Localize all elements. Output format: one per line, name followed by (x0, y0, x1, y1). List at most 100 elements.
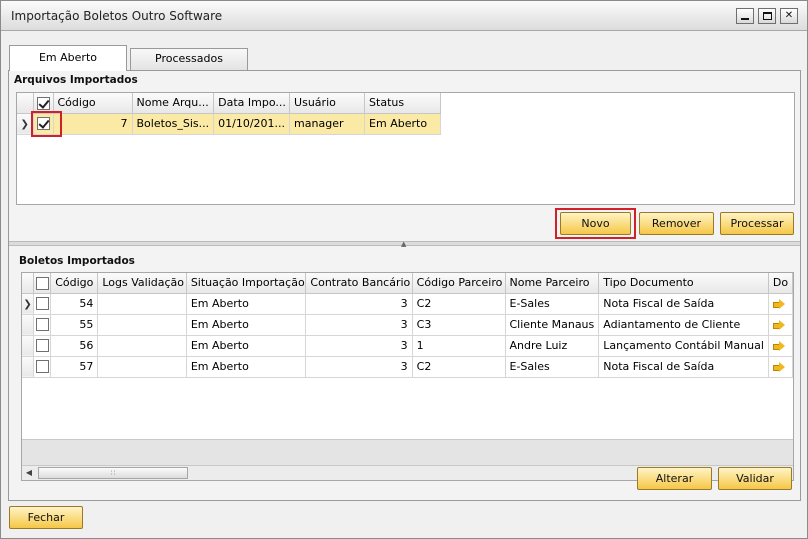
select-all-checkbox[interactable] (35, 276, 49, 290)
cell-situacao[interactable]: Em Aberto (186, 335, 307, 357)
row-selector[interactable]: ❯ (22, 293, 35, 315)
cell-tipo-documento[interactable]: Lançamento Contábil Manual (598, 335, 769, 357)
tab-processados[interactable]: Processados (130, 48, 248, 70)
arquivos-grid: Código Nome Arqu... Data Impo... Usuário… (16, 92, 795, 205)
col-data-importacao[interactable]: Data Impo... (213, 93, 291, 114)
row-check-cell[interactable] (33, 314, 52, 336)
col-status[interactable]: Status (364, 93, 442, 114)
row-checkbox[interactable] (35, 339, 49, 353)
cell-nome-parceiro[interactable]: Cliente Manaus (505, 314, 600, 336)
tab-em-aberto[interactable]: Em Aberto (9, 45, 127, 71)
cell-codigo[interactable]: 54 (50, 293, 99, 315)
row-checkbox[interactable] (35, 297, 49, 311)
cell-status[interactable]: Em Aberto (364, 113, 442, 135)
cell-situacao[interactable]: Em Aberto (186, 293, 307, 315)
col-nome-arquivo[interactable]: Nome Arqu... (132, 93, 215, 114)
cell-tipo-documento[interactable]: Adiantamento de Cliente (598, 314, 769, 336)
splitter-grip-icon: ▲ (401, 240, 407, 248)
col-contrato-bancario[interactable]: Contrato Bancário (305, 273, 413, 294)
fechar-button[interactable]: Fechar (9, 506, 83, 529)
cell-contrato[interactable]: 3 (305, 293, 413, 315)
alterar-button[interactable]: Alterar (637, 467, 712, 490)
cell-parceiro[interactable]: C2 (412, 356, 506, 378)
col-codigo-parceiro[interactable]: Código Parceiro (412, 273, 506, 294)
cell-nome-parceiro[interactable]: E-Sales (505, 293, 600, 315)
cell-documento-link[interactable] (768, 314, 793, 336)
cell-logs[interactable] (97, 293, 187, 315)
validar-button[interactable]: Validar (718, 467, 792, 490)
tab-label: Processados (155, 52, 223, 65)
link-arrow-icon[interactable] (772, 320, 785, 330)
cell-documento-link[interactable] (768, 293, 793, 315)
col-logs-validacao[interactable]: Logs Validação (97, 273, 187, 294)
col-situacao-importacao[interactable]: Situação Importação (186, 273, 307, 294)
cell-parceiro[interactable]: C3 (412, 314, 506, 336)
tab-panel-em-aberto: Arquivos Importados Código Nome Arqu... … (8, 70, 801, 501)
boletos-section-label: Boletos Importados (19, 255, 135, 267)
cell-codigo[interactable]: 55 (50, 314, 99, 336)
cell-situacao[interactable]: Em Aberto (186, 356, 307, 378)
cell-documento-link[interactable] (768, 335, 793, 357)
table-row[interactable]: 56 Em Aberto 3 1 Andre Luiz Lançamento C… (22, 335, 793, 357)
col-tipo-documento[interactable]: Tipo Documento (598, 273, 769, 294)
scroll-thumb[interactable]: ∷ (38, 467, 188, 479)
cell-contrato[interactable]: 3 (305, 314, 413, 336)
table-row[interactable]: ❯ 54 Em Aberto 3 C2 E-Sales Nota Fiscal … (22, 293, 793, 315)
cell-tipo-documento[interactable]: Nota Fiscal de Saída (598, 356, 769, 378)
col-codigo[interactable]: Código (53, 93, 133, 114)
scroll-left-icon[interactable]: ◀ (22, 467, 36, 479)
select-all-checkbox[interactable] (36, 96, 50, 110)
col-usuario[interactable]: Usuário (289, 93, 366, 114)
cell-documento-link[interactable] (768, 356, 793, 378)
cell-codigo[interactable]: 57 (50, 356, 99, 378)
row-selector[interactable] (22, 314, 35, 336)
panel-splitter[interactable]: ▲ (9, 240, 800, 248)
link-arrow-icon[interactable] (772, 362, 785, 372)
cell-situacao[interactable]: Em Aberto (186, 314, 307, 336)
cell-logs[interactable] (97, 314, 187, 336)
minimize-button[interactable] (736, 8, 754, 24)
arquivos-header-row: Código Nome Arqu... Data Impo... Usuário… (17, 93, 442, 114)
select-all-header[interactable] (33, 273, 52, 294)
close-button[interactable]: ✕ (780, 8, 798, 24)
row-check-cell[interactable] (33, 335, 52, 357)
cell-parceiro[interactable]: C2 (412, 293, 506, 315)
link-arrow-icon[interactable] (772, 341, 785, 351)
maximize-button[interactable] (758, 8, 776, 24)
cell-nome-parceiro[interactable]: E-Sales (505, 356, 600, 378)
table-row[interactable]: 57 Em Aberto 3 C2 E-Sales Nota Fiscal de… (22, 356, 793, 378)
row-pointer-icon: ❯ (20, 119, 29, 130)
col-documento[interactable]: Do (768, 273, 793, 294)
cell-contrato[interactable]: 3 (305, 335, 413, 357)
row-selector[interactable] (22, 356, 35, 378)
col-codigo[interactable]: Código (50, 273, 99, 294)
cell-parceiro[interactable]: 1 (412, 335, 506, 357)
cell-nome-parceiro[interactable]: Andre Luiz (505, 335, 600, 357)
remover-button[interactable]: Remover (639, 212, 714, 235)
row-selector[interactable] (22, 335, 35, 357)
main-window: Importação Boletos Outro Software ✕ Em A… (0, 0, 808, 539)
cell-contrato[interactable]: 3 (305, 356, 413, 378)
select-all-header[interactable] (33, 93, 54, 114)
table-row[interactable]: 55 Em Aberto 3 C3 Cliente Manaus Adianta… (22, 314, 793, 336)
row-selector-header (17, 93, 34, 114)
cell-logs[interactable] (97, 335, 187, 357)
processar-button[interactable]: Processar (720, 212, 794, 235)
row-checkbox[interactable] (35, 318, 49, 332)
cell-nome-arquivo[interactable]: Boletos_Sis... (132, 113, 215, 135)
cell-data[interactable]: 01/10/201... (213, 113, 291, 135)
cell-tipo-documento[interactable]: Nota Fiscal de Saída (598, 293, 769, 315)
table-row[interactable]: ❯ 7 Boletos_Sis... 01/10/201... manager … (17, 113, 442, 135)
row-check-cell[interactable] (33, 356, 52, 378)
row-checkbox[interactable] (35, 360, 49, 374)
title-bar[interactable]: Importação Boletos Outro Software ✕ (1, 1, 807, 31)
boletos-table: Código Logs Validação Situação Importaçã… (22, 273, 793, 378)
row-check-cell[interactable] (33, 293, 52, 315)
cell-usuario[interactable]: manager (289, 113, 366, 135)
cell-logs[interactable] (97, 356, 187, 378)
maximize-icon (763, 12, 772, 20)
cell-codigo[interactable]: 7 (53, 113, 133, 135)
col-nome-parceiro[interactable]: Nome Parceiro (505, 273, 600, 294)
cell-codigo[interactable]: 56 (50, 335, 99, 357)
link-arrow-icon[interactable] (772, 299, 785, 309)
